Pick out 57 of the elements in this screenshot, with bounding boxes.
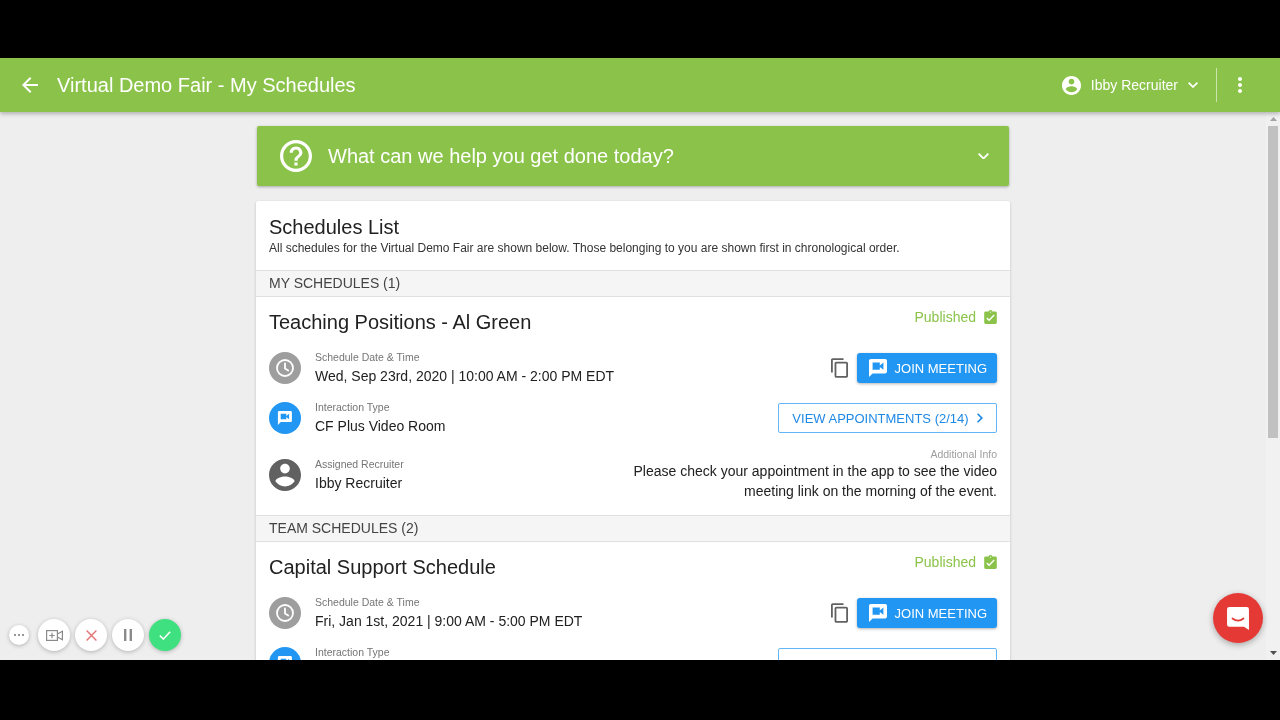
- card-title: Schedules List: [269, 215, 401, 240]
- join-meeting-button[interactable]: JOIN MEETING: [856, 353, 997, 383]
- chat-bubble-icon: [1227, 606, 1249, 630]
- field-label: Schedule Date & Time: [315, 596, 421, 609]
- copy-button[interactable]: [830, 603, 848, 623]
- field-label: Interaction Type: [315, 646, 390, 659]
- scrollbar-thumb[interactable]: [1268, 126, 1278, 438]
- user-menu-button[interactable]: Ibby Recruiter: [1061, 73, 1198, 97]
- more-options-button[interactable]: [9, 625, 29, 645]
- scroll-down-icon[interactable]: [1269, 651, 1277, 655]
- cancel-button[interactable]: [75, 619, 107, 651]
- page-title: Virtual Demo Fair - My Schedules: [57, 73, 356, 97]
- info-label: Additional Info: [930, 448, 997, 461]
- field-label: Schedule Date & Time: [315, 351, 421, 364]
- pause-button[interactable]: [112, 619, 144, 651]
- field-label: Assigned Recruiter: [315, 457, 404, 471]
- field-value: Wed, Sep 23rd, 2020 | 10:00 AM - 2:00 PM EDT: [315, 367, 615, 385]
- copy-icon: [830, 603, 848, 623]
- check-icon: [159, 630, 171, 640]
- confirm-button[interactable]: [149, 619, 181, 651]
- account-icon: [1061, 75, 1081, 95]
- video-chat-icon: [868, 359, 887, 377]
- video-chat-icon: [868, 604, 887, 622]
- field-value: Fri, Jan 1st, 2021 | 9:00 AM - 5:00 PM EDT: [315, 612, 583, 630]
- pause-icon: [124, 629, 132, 641]
- view-appointments-button[interactable]: VIEW APPOINTMENTS (2/14): [778, 403, 997, 433]
- person-icon: [269, 458, 301, 491]
- close-icon: [85, 629, 97, 641]
- arrow-left-icon: [22, 77, 38, 93]
- info-text: Please check your appointment in the app to see the video meeting link on the morning of the event.: [632, 462, 997, 501]
- add-camera-button[interactable]: [38, 619, 70, 651]
- chevron-right-icon: [976, 413, 983, 423]
- clipboard-check-icon: [984, 555, 997, 569]
- section-header: TEAM SCHEDULES (2): [256, 515, 1010, 542]
- status-text: Published: [914, 555, 976, 569]
- video-chat-icon: [269, 402, 301, 434]
- section-header: MY SCHEDULES (1): [256, 270, 1010, 297]
- scroll-up-icon[interactable]: [1269, 117, 1277, 121]
- copy-icon: [830, 358, 848, 378]
- field-value: CF Plus Video Room: [315, 417, 446, 435]
- card-subtitle: All schedules for the Virtual Demo Fair are shown below. Those belonging to you are shown first in chronological order.: [269, 240, 901, 256]
- chevron-down-icon: [1188, 81, 1198, 89]
- schedule-title: Teaching Positions - Al Green: [269, 310, 532, 335]
- field-value: Ibby Recruiter: [315, 473, 404, 492]
- schedule-title: Capital Support Schedule: [269, 555, 496, 580]
- video-plus-icon: [45, 629, 63, 641]
- clock-icon: [269, 597, 301, 629]
- copy-button[interactable]: [830, 358, 848, 378]
- chat-button[interactable]: [1213, 593, 1263, 643]
- more-vertical-icon: [1238, 77, 1242, 93]
- status-text: Published: [914, 310, 976, 324]
- clipboard-check-icon: [984, 310, 997, 324]
- clock-icon: [269, 352, 301, 384]
- join-meeting-button[interactable]: JOIN MEETING: [856, 598, 997, 628]
- help-banner[interactable]: What can we help you get done today?: [257, 126, 1009, 186]
- help-icon: [280, 140, 312, 172]
- field-label: Interaction Type: [315, 401, 391, 414]
